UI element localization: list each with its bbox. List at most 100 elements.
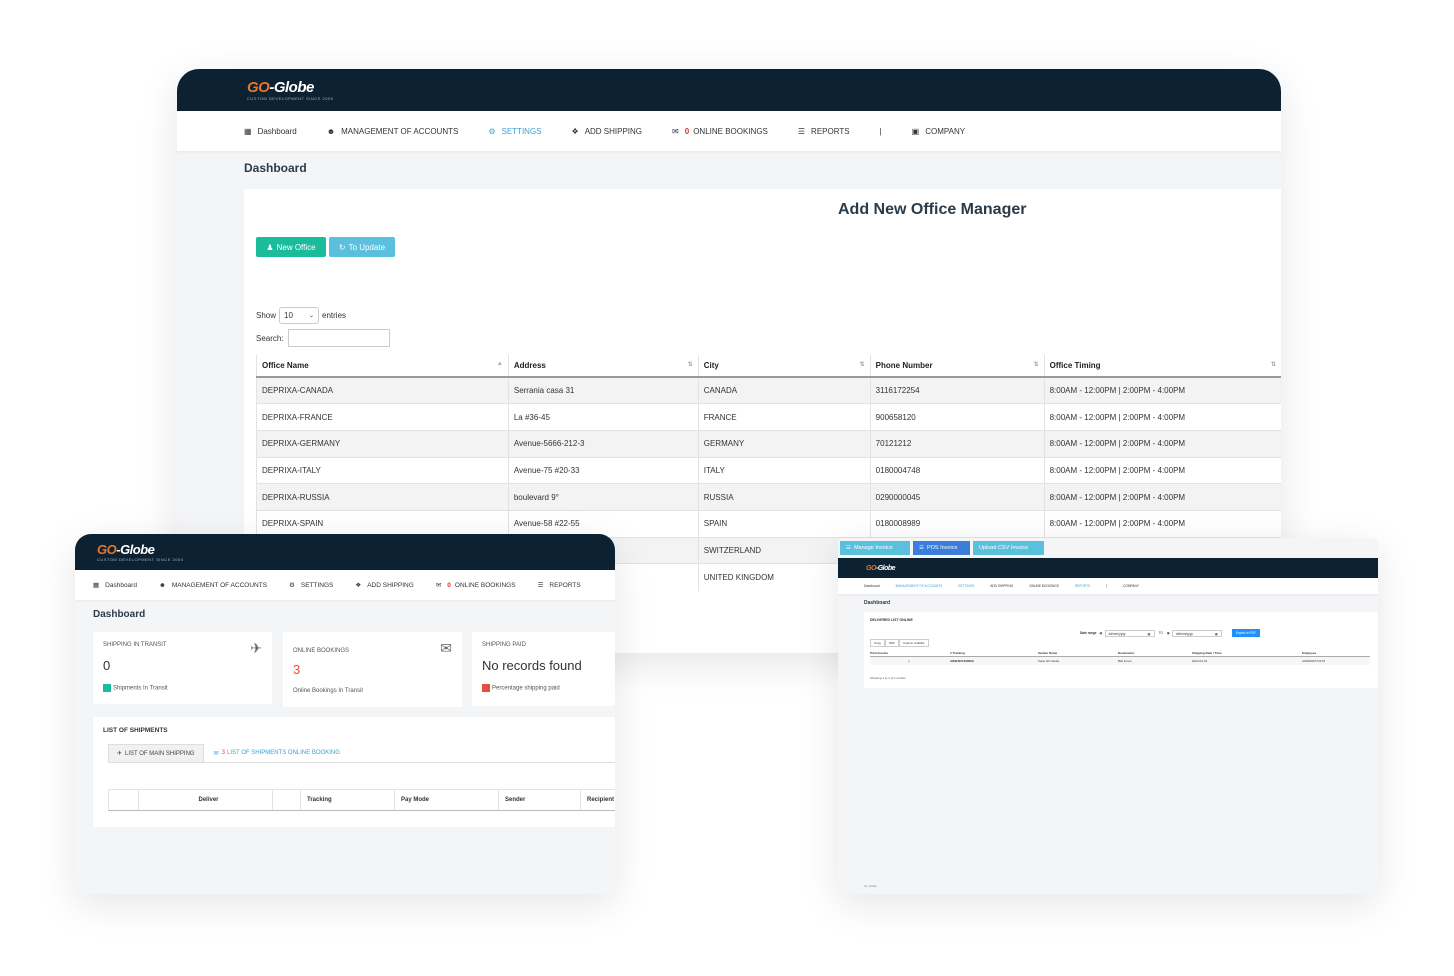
dashboard-icon: ▦ xyxy=(93,582,100,589)
briefcase-icon: ▣ xyxy=(911,126,920,136)
nav-item-reports[interactable]: REPORTS xyxy=(1075,584,1090,588)
logo-go: GO xyxy=(247,79,270,96)
right-navbar: Dashboard MANAGEMENT OF ACCOUNTS SETTINGS A… xyxy=(838,578,1378,594)
shipment-tabs: ✈ LIST OF MAIN SHIPPING ✉ 3 LIST OF SHIPMEN… xyxy=(108,744,615,763)
column-header[interactable]: # Tracking xyxy=(950,651,1038,655)
column-header[interactable]: Deliver xyxy=(138,790,272,810)
user-plus-icon: ♟ xyxy=(266,242,274,252)
list-icon: ☰ xyxy=(537,582,544,589)
table-row[interactable]: ● AWB4021468509 Karel GO Globe Bial Imran 20… xyxy=(870,657,1370,665)
stat-title: SHIPPING IN TRANSIT xyxy=(103,642,167,648)
date-placeholder: dd/mm/yyyy xyxy=(1175,631,1193,636)
column-visibility-button[interactable]: Column visibility xyxy=(899,639,929,647)
pos-invoice-button[interactable]: ☰ POS Invoice xyxy=(913,541,970,555)
notification-badge: 0 xyxy=(447,581,451,589)
nav-item-settings[interactable]: ⚙ SETTINGS xyxy=(289,581,333,590)
nav-item-dashboard[interactable]: ▦ Dashboard xyxy=(93,581,137,590)
table-row[interactable]: DEPRIXA-CANADA Serrania casa 31 CANADA 3116… xyxy=(256,376,1281,404)
column-header[interactable]: Destination xyxy=(1118,651,1192,655)
column-header[interactable]: Address ⇅ xyxy=(507,355,699,378)
delivered-window: ☰ Manage Invoice ☰ POS Invoice Upload CSV … xyxy=(838,538,1378,894)
entries-select[interactable]: 10 ⌄ xyxy=(279,307,320,324)
nav-label: | xyxy=(879,126,882,136)
column-header[interactable]: Tracking xyxy=(300,790,394,810)
pdf-button[interactable]: PDF xyxy=(885,639,900,647)
nav-item-reports[interactable]: ☰ REPORTS xyxy=(798,127,850,136)
nav-item-management-of-accounts[interactable]: MANAGEMENT OF ACCOUNTS xyxy=(896,584,943,588)
nav-item-add-shipping[interactable]: ❖ ADD SHIPPING xyxy=(355,581,414,590)
tab-online-booking[interactable]: ✉ 3 LIST OF SHIPMENTS ONLINE BOOKING xyxy=(204,744,350,762)
shipments-table-header: Deliver Tracking Pay Mode Sender Recipient xyxy=(108,789,615,811)
column-header[interactable] xyxy=(272,790,300,810)
nav-label: REPORTS xyxy=(549,581,581,589)
column-header-label: Office Name xyxy=(262,361,309,370)
column-header[interactable] xyxy=(108,790,138,810)
nav-item-reports[interactable]: ☰ REPORTS xyxy=(537,581,581,590)
column-header[interactable]: Shipping Date / Time xyxy=(1192,651,1302,655)
page-title: Dashboard xyxy=(93,609,146,620)
logo[interactable]: GO-Globe CUSTOM DEVELOPMENT SINCE 2005 xyxy=(247,79,333,101)
search-input[interactable] xyxy=(287,329,390,347)
export-pdf-button[interactable]: Export to PDF xyxy=(1231,629,1260,637)
upload-csv-button[interactable]: Upload CSV Invoice xyxy=(973,541,1044,555)
date-from-input[interactable]: dd/mm/yyyy ▦ xyxy=(1104,629,1155,637)
table-cell: FRANCE xyxy=(697,403,871,431)
calendar-icon: ▦ xyxy=(1147,631,1151,636)
table-row[interactable]: DEPRIXA-GERMANY Avenue-5666-212-3 GERMANY 7… xyxy=(256,429,1281,458)
new-office-button[interactable]: ♟ New Office xyxy=(256,237,326,257)
column-header[interactable]: Print Invoice xyxy=(870,651,950,655)
legend-square xyxy=(482,684,490,692)
column-header[interactable]: Sender Name xyxy=(1038,651,1118,655)
nav-item-add-shipping[interactable]: ADD SHIPPING xyxy=(990,584,1013,588)
column-header[interactable]: Pay Mode xyxy=(394,790,498,810)
footer-text: Go Globe xyxy=(864,884,877,888)
nav-item-company[interactable]: ▣ COMPANY xyxy=(912,127,965,136)
logo[interactable]: GO-Globe CUSTOM DEVELOPMENT SINCE 2005 xyxy=(97,542,183,562)
stat-value: 3 xyxy=(293,662,301,677)
nav-item-dashboard[interactable]: Dashboard xyxy=(864,584,880,588)
column-header[interactable]: Phone Number ⇅ xyxy=(869,355,1045,378)
table-cell: ITALY xyxy=(697,456,871,484)
sort-asc-icon: ▲ xyxy=(496,361,503,367)
column-header[interactable]: Office Timing ⇅ xyxy=(1043,355,1281,378)
column-header[interactable]: Employee xyxy=(1302,651,1370,655)
print-cell[interactable]: ● xyxy=(870,659,950,663)
menu-icon: ☰ xyxy=(919,545,924,551)
nav-item-online-bookings[interactable]: ✉ 0 ONLINE BOOKINGS xyxy=(435,581,516,590)
table-row[interactable]: DEPRIXA-ITALY Avenue-75 #20-33 ITALY 018000… xyxy=(256,456,1281,484)
manage-invoice-button[interactable]: ☰ Manage Invoice xyxy=(840,541,910,555)
nav-item-management-of-accounts[interactable]: ☻ MANAGEMENT OF ACCOUNTS xyxy=(159,582,267,589)
envelope-icon: ✉ xyxy=(435,582,442,589)
chevron-down-icon: ⌄ xyxy=(308,313,315,319)
nav-item-online-bookings[interactable]: ✉ 0 ONLINE BOOKINGS xyxy=(672,127,768,136)
table-row[interactable]: DEPRIXA-FRANCE La #36-45 FRANCE 900658120 8:… xyxy=(256,403,1281,431)
nav-item-online-bookings[interactable]: ONLINE BOOKINGS xyxy=(1029,584,1059,588)
nav-item-management-of-accounts[interactable]: ☻ MANAGEMENT OF ACCOUNTS xyxy=(327,127,459,136)
date-to-input[interactable]: dd/mm/yyyy ▦ xyxy=(1171,629,1222,637)
logo[interactable]: GO-Globe xyxy=(866,565,896,572)
to-update-button[interactable]: ↻ To Update xyxy=(329,237,395,257)
column-header[interactable]: City ⇅ xyxy=(697,355,871,378)
column-header[interactable]: Recipient xyxy=(580,790,615,810)
table-row[interactable]: DEPRIXA-RUSSIA boulevard 9° RUSSIA 02900000… xyxy=(256,483,1281,511)
shipments-card: LIST OF SHIPMENTS ✈ LIST OF MAIN SHIPPING… xyxy=(93,717,615,827)
nav-item-settings[interactable]: SETTINGS xyxy=(958,584,974,588)
tab-main-shipping[interactable]: ✈ LIST OF MAIN SHIPPING xyxy=(108,744,204,762)
nav-item-add-shipping[interactable]: ❖ ADD SHIPPING xyxy=(572,127,643,136)
nav-item-settings[interactable]: ⚙ SETTINGS xyxy=(488,127,541,136)
nav-label: ADD SHIPPING xyxy=(367,581,414,589)
nav-item-divider: | xyxy=(1106,584,1108,588)
nav-label: Dashboard xyxy=(105,581,137,589)
table-cell: 3116172254 xyxy=(869,376,1045,404)
tab-count: 3 xyxy=(221,750,225,756)
nav-item-dashboard[interactable]: ▦ Dashboard xyxy=(244,127,297,136)
column-header[interactable]: Office Name ▲ xyxy=(256,355,509,378)
table-cell: RUSSIA xyxy=(697,483,871,511)
print-icon[interactable]: ● xyxy=(908,659,910,663)
copy-button[interactable]: Copy xyxy=(870,639,886,647)
column-header[interactable]: Sender xyxy=(498,790,580,810)
column-header-label: Address xyxy=(513,361,546,370)
table-cell: 8:00AM - 12:00PM | 2:00PM - 4:00PM xyxy=(1043,483,1281,511)
table-cell: AWB4021468509 xyxy=(950,659,974,663)
nav-item-company[interactable]: COMPANY xyxy=(1123,584,1139,588)
